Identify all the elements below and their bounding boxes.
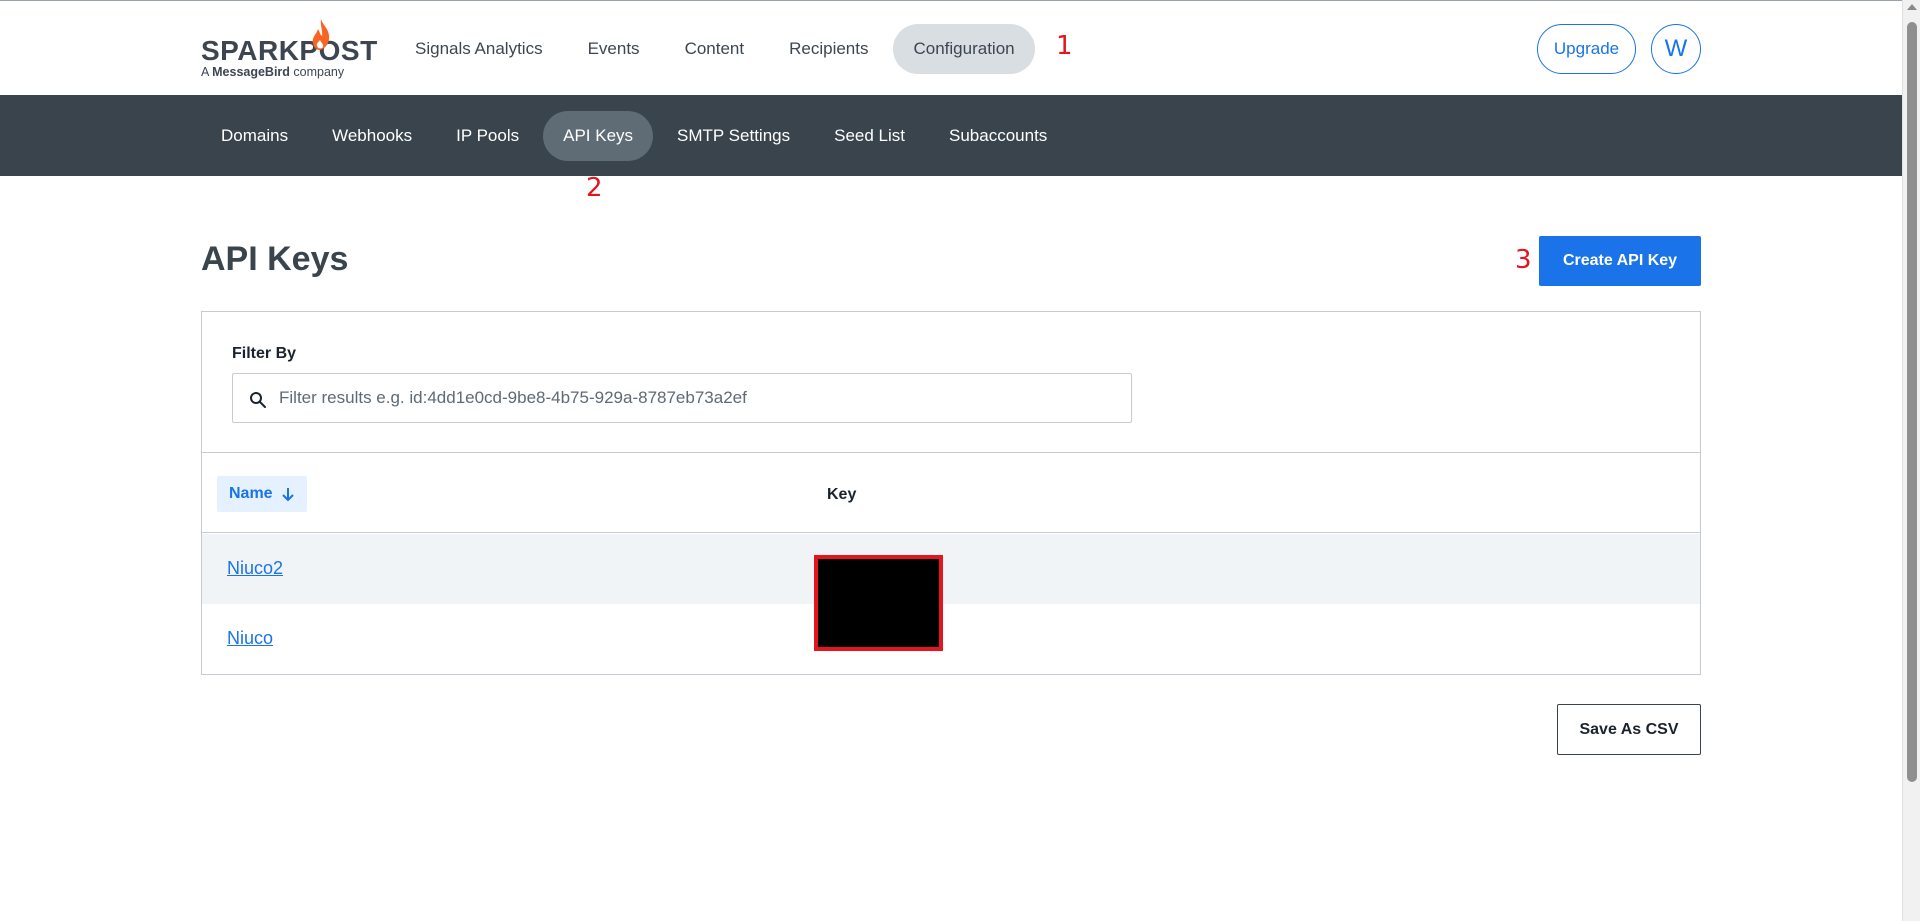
column-header-name-label: Name	[229, 485, 273, 502]
filter-label: Filter By	[232, 345, 297, 362]
api-keys-panel: Filter By Name Key Niuco2 Niuco	[201, 311, 1701, 675]
flame-icon	[312, 19, 330, 50]
save-as-csv-button[interactable]: Save As CSV	[1557, 704, 1701, 755]
nav-item-configuration[interactable]: Configuration	[893, 24, 1035, 74]
create-api-key-button[interactable]: Create API Key	[1539, 236, 1701, 286]
table-row: Niuco	[202, 604, 1700, 674]
column-header-key: Key	[827, 486, 857, 503]
vertical-scrollbar[interactable]	[1902, 0, 1920, 921]
redacted-key-block	[814, 555, 943, 651]
filter-input[interactable]	[279, 374, 1119, 422]
scroll-up-arrow-icon[interactable]	[1907, 4, 1917, 10]
search-icon	[250, 392, 266, 408]
tab-subaccounts[interactable]: Subaccounts	[929, 111, 1067, 161]
sparkpost-logo[interactable]: SPARKPOST A MessageBird company	[201, 18, 377, 82]
annotation-marker-1: 1	[1056, 31, 1073, 61]
logo-wordmark: SPARKPOST	[201, 35, 378, 66]
tab-smtp-settings[interactable]: SMTP Settings	[657, 111, 810, 161]
logo-tagline: A MessageBird company	[201, 65, 345, 79]
tab-webhooks[interactable]: Webhooks	[312, 111, 432, 161]
filter-box	[232, 373, 1132, 423]
nav-item-signals-analytics[interactable]: Signals Analytics	[395, 24, 563, 74]
table-header: Name Key	[202, 453, 1700, 533]
nav-item-recipients[interactable]: Recipients	[769, 24, 888, 74]
user-avatar-button[interactable]: W	[1651, 24, 1701, 74]
top-navigation: SPARKPOST A MessageBird company Signals …	[0, 0, 1902, 95]
upgrade-button[interactable]: Upgrade	[1537, 24, 1636, 74]
tab-domains[interactable]: Domains	[201, 111, 308, 161]
arrow-down-icon	[281, 488, 294, 502]
table-row: Niuco2	[202, 534, 1700, 604]
nav-item-content[interactable]: Content	[665, 24, 765, 74]
annotation-marker-3: 3	[1515, 245, 1532, 275]
nav-item-events[interactable]: Events	[568, 24, 660, 74]
api-key-name-link[interactable]: Niuco2	[227, 558, 283, 579]
tab-seed-list[interactable]: Seed List	[814, 111, 925, 161]
column-header-name[interactable]: Name	[217, 476, 307, 512]
annotation-marker-2: 2	[586, 173, 603, 203]
page-title: API Keys	[201, 240, 349, 278]
configuration-subnav: Domains Webhooks IP Pools API Keys SMTP …	[0, 95, 1902, 176]
api-key-name-link[interactable]: Niuco	[227, 628, 273, 649]
scrollbar-thumb[interactable]	[1907, 22, 1917, 782]
tab-ip-pools[interactable]: IP Pools	[436, 111, 539, 161]
main-nav: Signals Analytics Events Content Recipie…	[395, 24, 1040, 74]
tab-api-keys[interactable]: API Keys	[543, 111, 654, 161]
subnav-list: Domains Webhooks IP Pools API Keys SMTP …	[201, 111, 1071, 161]
